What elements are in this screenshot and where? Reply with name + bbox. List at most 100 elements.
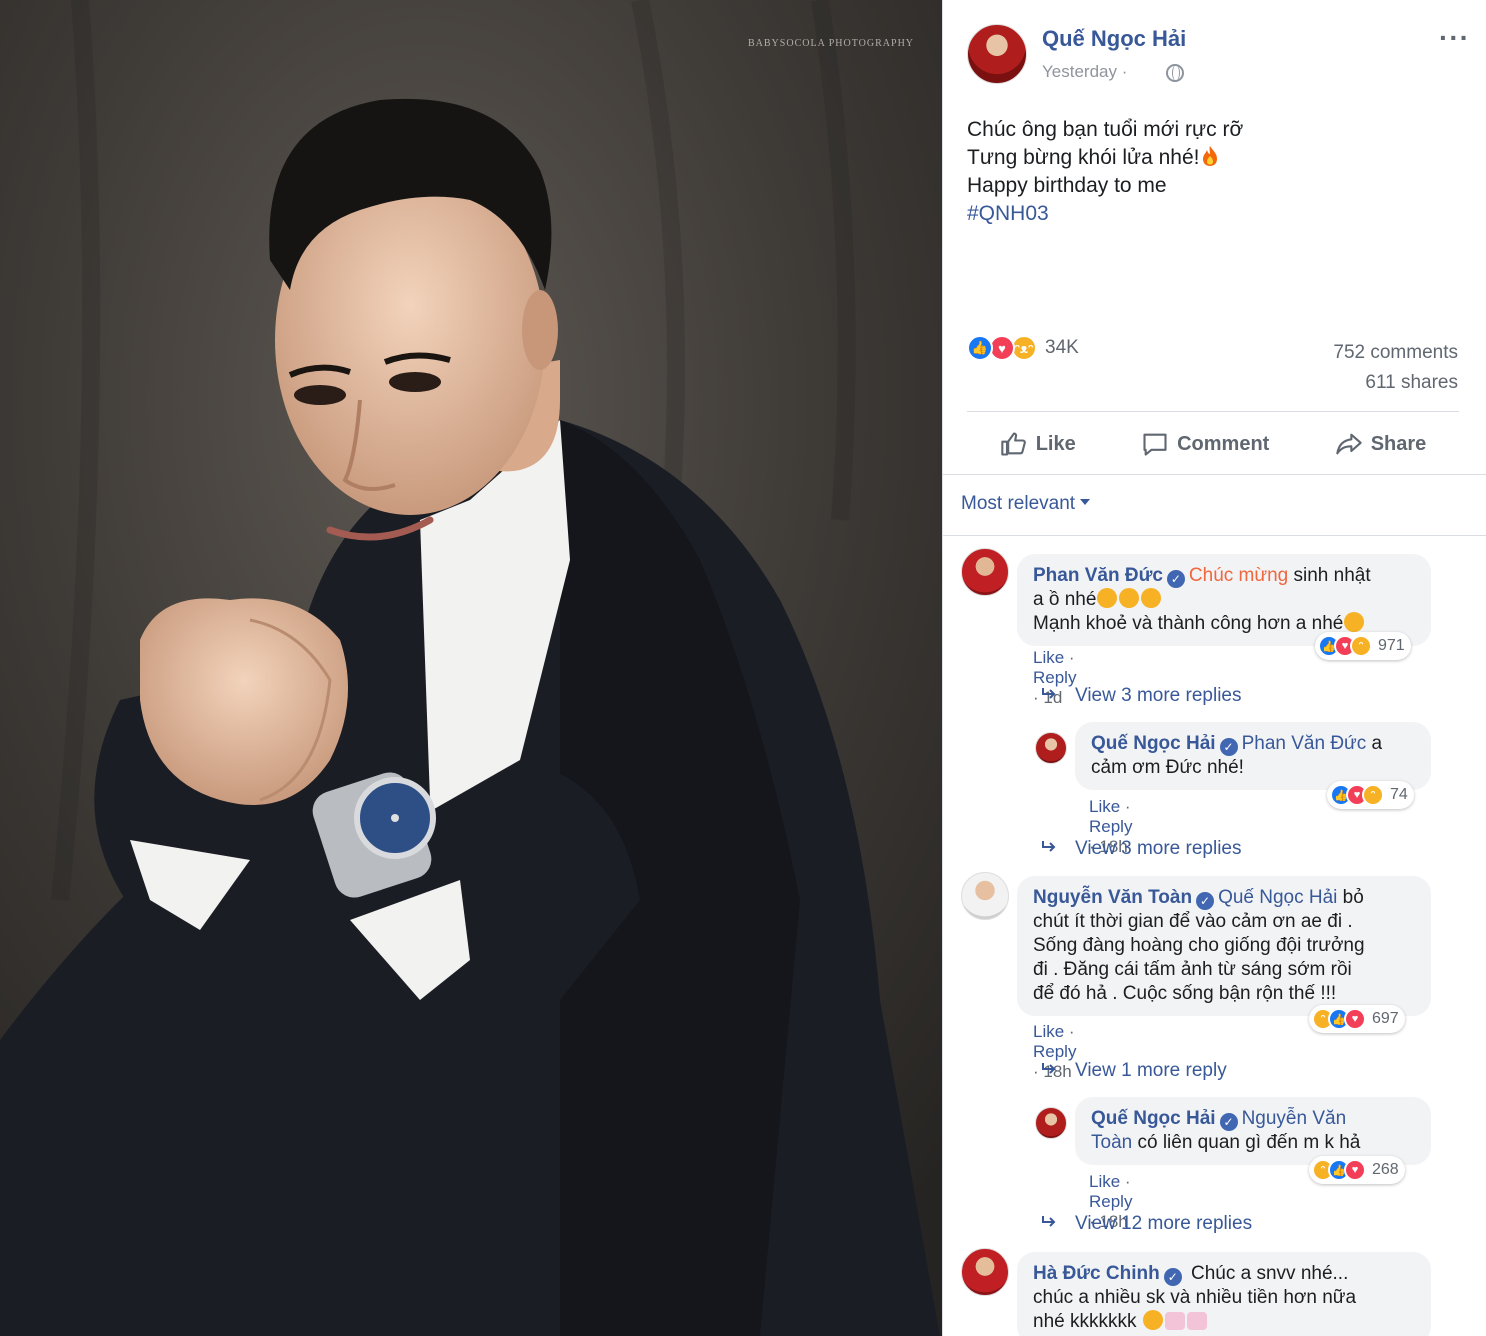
comment-author[interactable]: Nguyễn Văn Toàn — [1033, 887, 1192, 908]
reply-like-link[interactable]: Like — [1089, 1172, 1120, 1191]
comment-text-line2: a ồ nhé — [1033, 589, 1097, 610]
reply-mention[interactable]: Phan Văn Đức — [1242, 733, 1367, 754]
cake-emoji-icon — [1164, 1312, 1185, 1330]
view-more-label: View 3 more replies — [1075, 685, 1242, 706]
share-button[interactable]: Share — [1335, 430, 1427, 458]
commenter-avatar[interactable] — [961, 872, 1009, 920]
reply-text-line2: cảm ơm Đức nhé! — [1091, 757, 1244, 778]
reply-author[interactable]: Quế Ngọc Hải — [1091, 733, 1216, 754]
comment-reaction-count: 697 — [1372, 1010, 1399, 1027]
comment-like-link[interactable]: Like — [1033, 1022, 1064, 1041]
view-more-replies[interactable]: View 3 more replies — [1041, 838, 1242, 860]
comment-author[interactable]: Hà Đức Chinh — [1033, 1263, 1160, 1284]
comments-count[interactable]: 752 comments — [1333, 338, 1458, 368]
share-button-label: Share — [1370, 432, 1427, 455]
post-line-3: Happy birthday to me — [967, 174, 1167, 197]
reactions-count: 34K — [1045, 337, 1079, 358]
kiss-emoji-icon — [1119, 588, 1140, 608]
haha-reaction-icon: ᵔ — [1350, 635, 1372, 657]
reply-reply-link[interactable]: Reply — [1089, 817, 1132, 836]
verified-icon: ✓ — [1219, 738, 1238, 756]
post-photo[interactable]: BABYSOCOLA PHOTOGRAPHY — [0, 0, 942, 1336]
post-timestamp[interactable]: Yesterday · — [1042, 62, 1127, 82]
comment-mention[interactable]: Chúc mừng — [1189, 565, 1288, 586]
like-button-label: Like — [1035, 432, 1076, 455]
post-side-panel: Quế Ngọc Hải Yesterday · ··· Chúc ông bạ… — [942, 0, 1486, 1336]
view-more-replies[interactable]: View 1 more reply — [1041, 1060, 1227, 1082]
like-button[interactable]: Like — [1000, 430, 1076, 458]
post-header: Quế Ngọc Hải Yesterday · ··· — [967, 24, 1470, 84]
commenter-avatar[interactable] — [1035, 1107, 1067, 1139]
sort-dropdown[interactable]: Most relevant — [961, 493, 1091, 515]
post-counts: 752 comments 611 shares — [1333, 338, 1458, 398]
haha-reaction-icon: ᵔ — [1362, 784, 1384, 806]
author-avatar[interactable] — [967, 24, 1027, 84]
globe-icon — [1166, 64, 1184, 82]
author-name[interactable]: Quế Ngọc Hải — [1042, 26, 1186, 52]
heart-eyes-emoji-icon — [1344, 612, 1365, 632]
reply-arrow-icon — [1042, 1216, 1056, 1227]
comment-button-label: Comment — [1177, 432, 1270, 455]
comment-text: Chúc a snvv nhé... — [1185, 1263, 1349, 1284]
reply-reactions[interactable]: ᵔ 👍 ♥ 268 — [1309, 1156, 1405, 1184]
post-line-2-text: Tưng bừng khói lửa nhé! — [967, 146, 1200, 169]
reply-arrow-icon — [1042, 1063, 1056, 1074]
more-icon[interactable]: ··· — [1439, 24, 1470, 52]
comment-reply-link[interactable]: Reply — [1033, 1042, 1076, 1061]
reply-bubble: Quế Ngọc Hải ✓ Nguyễn Văn Toàn có liên qua… — [1075, 1097, 1431, 1165]
view-more-label: View 12 more replies — [1075, 1213, 1253, 1234]
comment-sort-bar: Most relevant — [943, 474, 1486, 536]
kiss-emoji-icon — [1141, 588, 1162, 608]
reply-like-link[interactable]: Like — [1089, 797, 1120, 816]
comment-icon — [1143, 433, 1167, 456]
reply-mention[interactable]: Nguyễn Văn — [1242, 1108, 1347, 1129]
portrait-illustration — [0, 0, 942, 1336]
comment-text: sinh nhật — [1288, 565, 1371, 586]
reply-mention-cont[interactable]: Toàn — [1091, 1132, 1132, 1153]
comment-like-link[interactable]: Like — [1033, 648, 1064, 667]
sort-label: Most relevant — [961, 493, 1076, 514]
like-reaction-icon: 👍 — [967, 335, 993, 361]
post-line-2: Tưng bừng khói lửa nhé! — [967, 144, 1457, 172]
comment-author[interactable]: Phan Văn Đức — [1033, 565, 1163, 586]
verified-icon: ✓ — [1163, 1268, 1182, 1286]
shares-count[interactable]: 611 shares — [1333, 368, 1458, 398]
comment-button[interactable]: Comment — [1141, 430, 1269, 458]
comment-text-line5: để đó hả . Cuộc sống bận rộn thế !!! — [1033, 983, 1337, 1004]
reply-reply-link[interactable]: Reply — [1089, 1192, 1132, 1211]
kiss-emoji-icon — [1097, 588, 1118, 608]
verified-icon: ✓ — [1196, 892, 1215, 910]
reply-author[interactable]: Quế Ngọc Hải — [1091, 1108, 1216, 1129]
comment-reaction-count: 971 — [1378, 637, 1405, 654]
fire-icon — [1203, 146, 1218, 166]
love-reaction-icon: ♥ — [1344, 1159, 1366, 1181]
like-icon — [1000, 432, 1026, 456]
caret-icon — [1080, 499, 1091, 505]
reply-arrow-icon — [1042, 688, 1056, 699]
commenter-avatar[interactable] — [961, 548, 1009, 596]
post-line-1: Chúc ông bạn tuổi mới rực rỡ — [967, 118, 1244, 141]
reply-text-line2: có liên quan gì đến m k hả — [1132, 1132, 1361, 1153]
love-reaction-icon: ♥ — [1344, 1008, 1366, 1030]
reply-bubble: Quế Ngọc Hải ✓ Phan Văn Đức a cảm ơm Đức n… — [1075, 722, 1431, 790]
laughing-emoji-icon — [1142, 1310, 1163, 1330]
comment-text-line4: đi . Đăng cái tấm ảnh từ sáng sớm rồi — [1033, 959, 1352, 980]
comment-text-line3: Sống đàng hoàng cho giống đội trưởng — [1033, 935, 1365, 956]
comment-text-line3: Mạnh khoẻ và thành công hơn a nhé — [1033, 613, 1344, 634]
commenter-avatar[interactable] — [961, 1248, 1009, 1296]
comment-text: bỏ — [1337, 887, 1364, 908]
photo-watermark: BABYSOCOLA PHOTOGRAPHY — [748, 38, 915, 49]
comment-mention[interactable]: Quế Ngọc Hải — [1218, 887, 1337, 908]
post-hashtag[interactable]: #QNH03 — [967, 200, 1457, 228]
commenter-avatar[interactable] — [1035, 732, 1067, 764]
view-more-replies[interactable]: View 3 more replies — [1041, 685, 1242, 707]
post-text: Chúc ông bạn tuổi mới rực rỡ Tưng bừng k… — [967, 116, 1457, 228]
comment-reactions[interactable]: 👍 ♥ ᵔ 971 — [1315, 632, 1411, 660]
comment-reactions[interactable]: ᵔ 👍 ♥ 697 — [1309, 1005, 1405, 1033]
view-more-replies[interactable]: View 12 more replies — [1041, 1213, 1252, 1235]
verified-icon: ✓ — [1166, 570, 1185, 588]
reaction-icons: 👍 ♥ ᵔᴥᵔ — [967, 335, 1043, 361]
reply-text: a — [1366, 733, 1383, 754]
comment-text-line2: chúc a nhiều sk và nhiều tiền hơn nữa — [1033, 1287, 1357, 1308]
reply-reactions[interactable]: 👍 ♥ ᵔ 74 — [1327, 781, 1414, 809]
